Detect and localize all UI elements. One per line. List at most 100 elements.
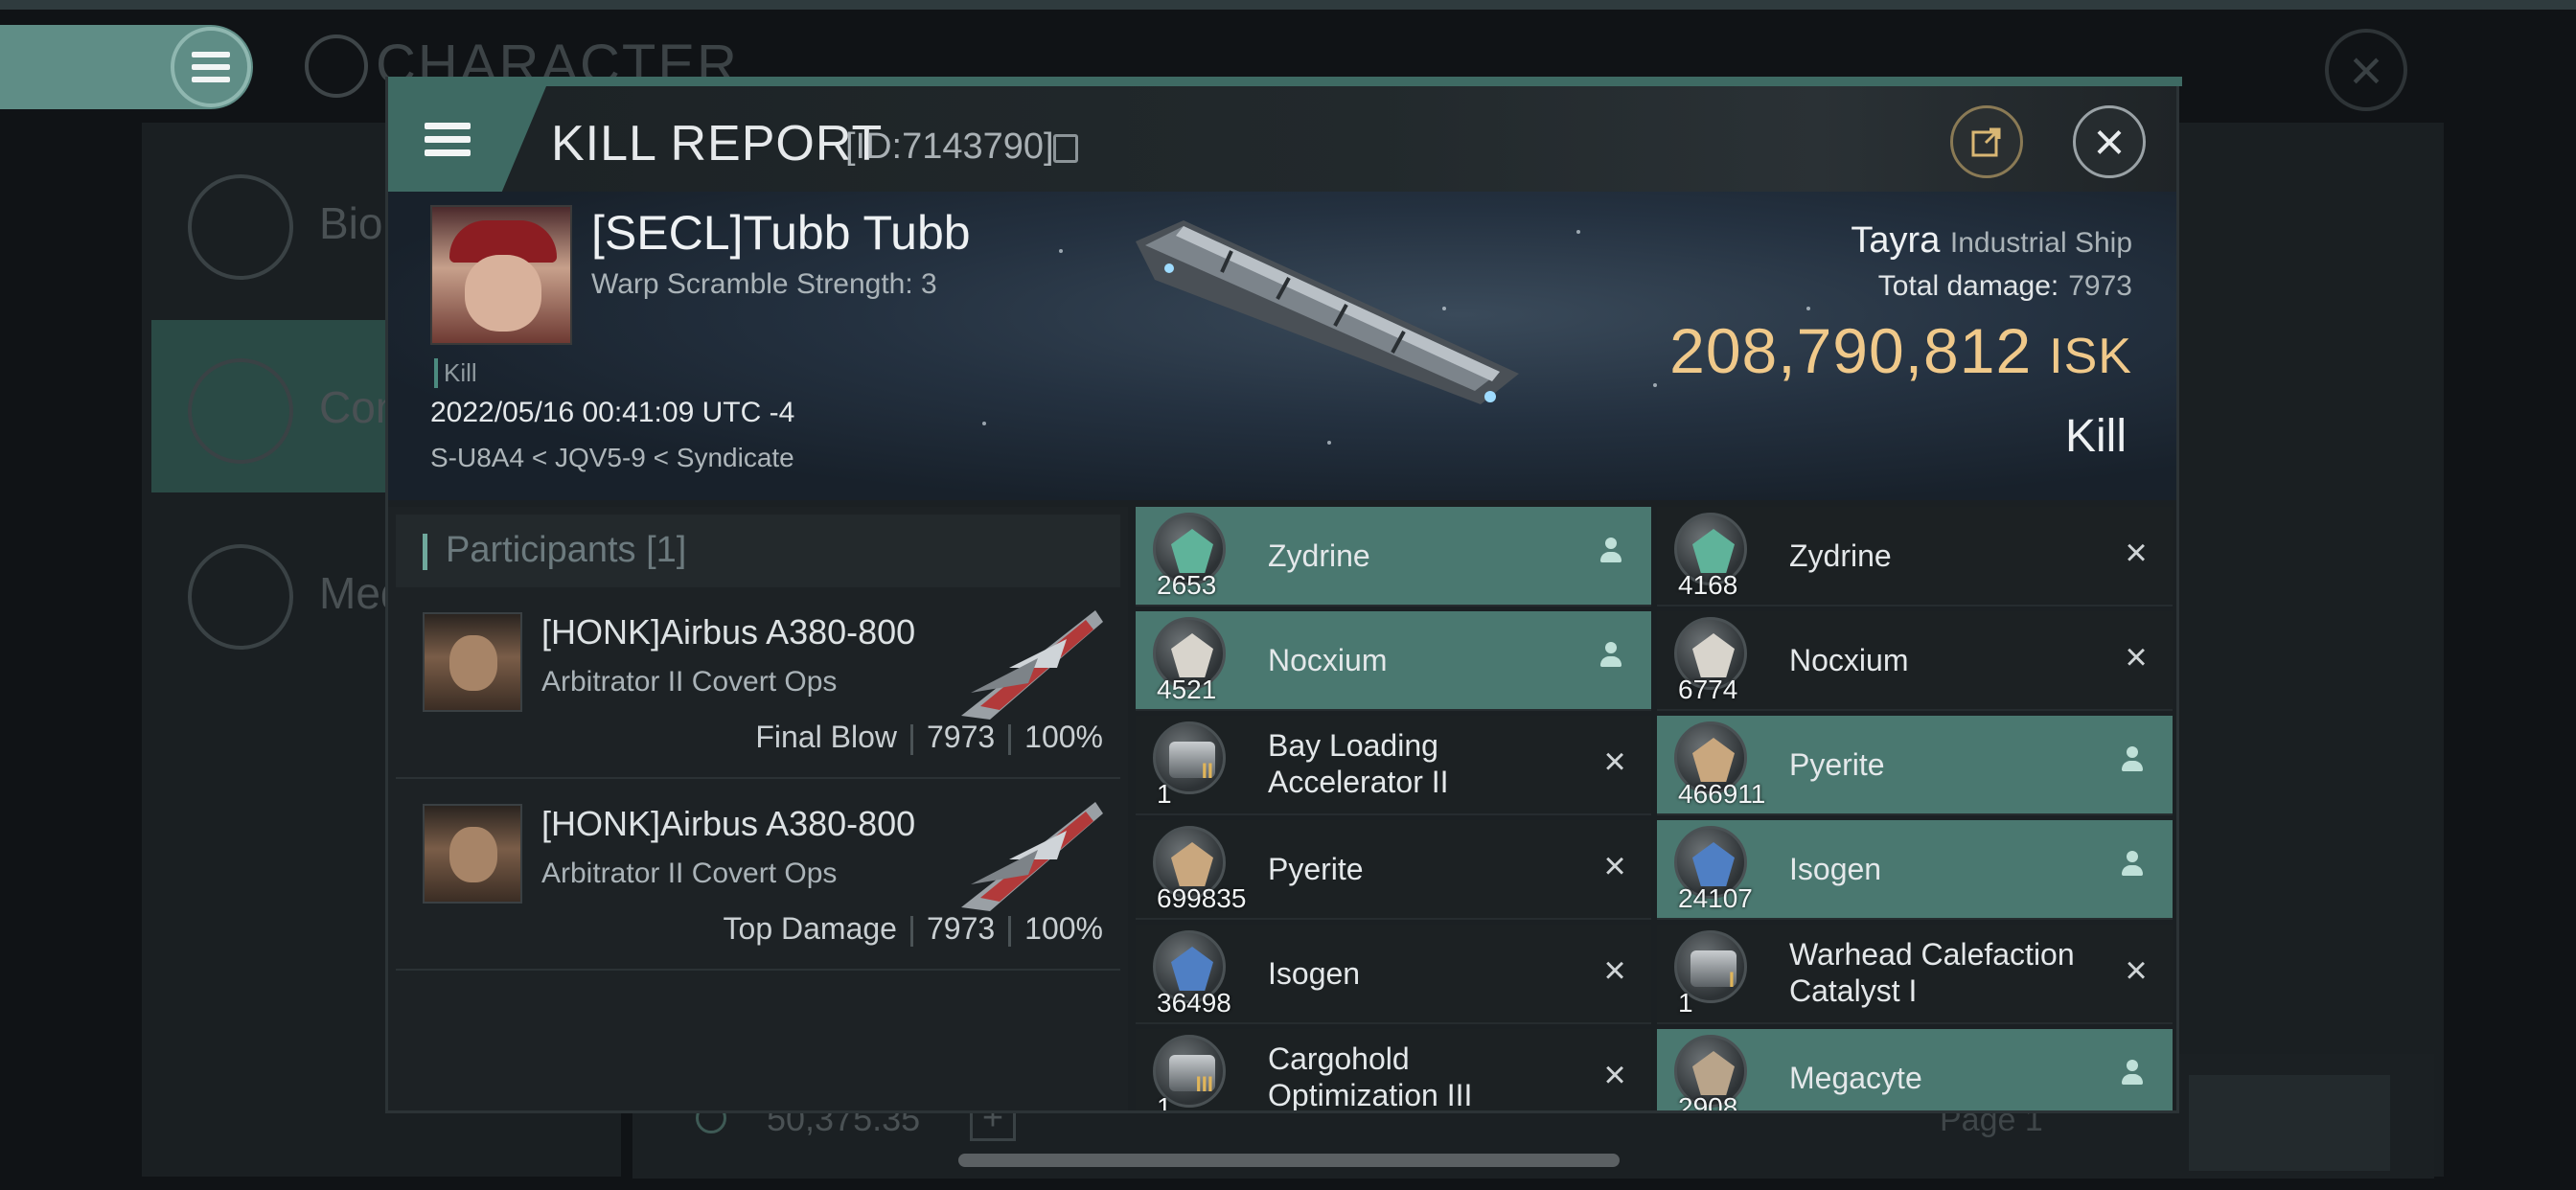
isk-value: 208,790,812	[1669, 315, 2033, 386]
item-name: Zydrine	[1268, 538, 1370, 573]
item-name: Pyerite	[1789, 747, 1885, 782]
dropped-person-icon	[2119, 1058, 2153, 1092]
participant-damage: 7973	[926, 720, 996, 754]
item-quantity: 24107	[1678, 883, 1753, 913]
dropped-person-icon	[2119, 849, 2153, 883]
destroyed-x-icon: ×	[2125, 636, 2148, 678]
participant-stats: Top Damage 7973 100%	[724, 911, 1103, 947]
isk-loss: 208,790,812 ISK	[1669, 314, 2132, 387]
item-row[interactable]: 2908 Megacyte	[1657, 1029, 2173, 1110]
participant-role: Top Damage	[723, 911, 897, 946]
close-icon: ×	[2093, 111, 2126, 172]
item-row[interactable]: 2653 Zydrine	[1136, 507, 1651, 606]
victim-ship-image	[1136, 220, 1519, 404]
participant-name: [HONK]Airbus A380-800	[541, 612, 916, 652]
main-menu-button[interactable]	[171, 27, 251, 107]
victim-subtitle: Warp Scramble Strength: 3	[591, 268, 937, 300]
participant-row[interactable]: [HONK]Airbus A380-800 Arbitrator II Cove…	[396, 591, 1120, 779]
close-button[interactable]: ×	[2073, 105, 2146, 178]
destroyed-x-icon: ×	[1603, 845, 1626, 887]
victim-ship-type[interactable]: Tayra Industrial Ship	[1851, 220, 2132, 262]
share-button[interactable]	[1950, 105, 2023, 178]
participant-name: [HONK]Airbus A380-800	[541, 804, 916, 843]
kill-report-dialog: KILL REPORT [ID:7143790] × [SECL]Tubb Tu…	[385, 77, 2182, 1113]
items-list: 2653 Zydrine 4168 Zydrine × 4521 Nocxium 6774 No…	[1136, 507, 2176, 1110]
participant-row[interactable]: [HONK]Airbus A380-800 Arbitrator II Cove…	[396, 783, 1120, 971]
item-row[interactable]: 24107 Isogen	[1657, 820, 2173, 920]
item-quantity: 2908	[1678, 1092, 1738, 1110]
item-name: Cargohold Optimization III	[1268, 1041, 1473, 1110]
background-right-panel	[2175, 123, 2444, 1177]
item-quantity: 36498	[1157, 988, 1231, 1018]
kill-id: [ID:7143790]	[845, 126, 1054, 167]
dialog-menu-button[interactable]	[388, 86, 546, 192]
ship-name: Tayra	[1851, 220, 1941, 261]
item-name: Isogen	[1268, 956, 1361, 991]
victim-portrait[interactable]	[430, 205, 572, 345]
sidebar-item-label: Bio	[319, 198, 383, 248]
list-icon	[188, 174, 293, 280]
participant-percent: 100%	[1024, 911, 1103, 946]
hamburger-icon	[192, 52, 230, 82]
destroyed-x-icon: ×	[1603, 1054, 1626, 1096]
destroyed-x-icon: ×	[1603, 950, 1626, 992]
top-bar	[0, 0, 2576, 10]
share-icon	[1971, 127, 2001, 157]
item-quantity: 1	[1157, 1092, 1172, 1110]
result-label: Kill	[2064, 411, 2127, 462]
participant-portrait	[423, 804, 522, 904]
kill-tag: Kill	[434, 358, 477, 388]
item-row[interactable]: 6774 Nocxium ×	[1657, 611, 2173, 711]
dialog-title: KILL REPORT	[551, 116, 884, 172]
isk-unit: ISK	[2049, 329, 2132, 384]
copy-icon[interactable]	[1053, 134, 1078, 163]
item-name: Bay Loading Accelerator II	[1268, 728, 1449, 799]
participant-percent: 100%	[1024, 720, 1103, 754]
background-close-icon[interactable]: ×	[2325, 29, 2407, 111]
item-row[interactable]: I 1 Warhead Calefaction Catalyst I ×	[1657, 925, 2173, 1024]
hamburger-icon	[425, 122, 471, 156]
item-quantity: 466911	[1678, 779, 1766, 809]
item-row[interactable]: 4521 Nocxium	[1136, 611, 1651, 711]
ship-class: Industrial Ship	[1949, 227, 2132, 259]
filter-button[interactable]	[2189, 1075, 2390, 1171]
item-name: Megacyte	[1789, 1061, 1922, 1095]
item-row[interactable]: 4168 Zydrine ×	[1657, 507, 2173, 606]
dropped-person-icon	[1598, 640, 1632, 675]
victim-name[interactable]: [SECL]Tubb Tubb	[591, 205, 971, 261]
participant-ship: Arbitrator II Covert Ops	[541, 858, 838, 889]
participant-role: Final Blow	[755, 720, 897, 754]
victim-banner: [SECL]Tubb Tubb Warp Scramble Strength: …	[388, 192, 2176, 500]
home-indicator	[958, 1154, 1620, 1167]
destroyed-x-icon: ×	[2125, 950, 2148, 992]
item-row[interactable]: 36498 Isogen ×	[1136, 925, 1651, 1024]
item-quantity: 1	[1678, 988, 1693, 1018]
item-name: Nocxium	[1268, 643, 1388, 677]
total-damage-value: 7973	[2068, 270, 2132, 302]
item-row[interactable]: 699835 Pyerite ×	[1136, 820, 1651, 920]
participants-header[interactable]: Participants [1]	[396, 515, 1120, 587]
dialog-accent-bar	[388, 77, 2182, 86]
participants-title: Participants [1]	[446, 530, 687, 570]
participants-panel: Participants [1] [HONK]Airbus A380-800 A…	[388, 507, 1128, 1110]
item-quantity: 699835	[1157, 883, 1247, 913]
item-name: Pyerite	[1268, 852, 1364, 886]
kill-location[interactable]: S-U8A4 < JQV5-9 < Syndicate	[430, 443, 794, 473]
total-damage-label: Total damage:	[1877, 270, 2059, 302]
item-row[interactable]: 466911 Pyerite	[1657, 716, 2173, 815]
item-row[interactable]: II 1 Bay Loading Accelerator II ×	[1136, 716, 1651, 815]
item-name: Zydrine	[1789, 538, 1892, 573]
destroyed-x-icon: ×	[1603, 741, 1626, 783]
item-quantity: 6774	[1678, 675, 1738, 704]
character-icon	[305, 34, 368, 98]
participant-stats: Final Blow 7973 100%	[755, 720, 1103, 755]
participant-portrait	[423, 612, 522, 712]
item-name: Isogen	[1789, 852, 1882, 886]
dropped-person-icon	[1598, 536, 1632, 570]
item-row[interactable]: III 1 Cargohold Optimization III ×	[1136, 1029, 1651, 1110]
item-quantity: 1	[1157, 779, 1172, 809]
dialog-header: KILL REPORT [ID:7143790] ×	[388, 86, 2176, 192]
item-name: Nocxium	[1789, 643, 1909, 677]
crossed-swords-icon	[188, 358, 293, 464]
participant-ship: Arbitrator II Covert Ops	[541, 666, 838, 698]
